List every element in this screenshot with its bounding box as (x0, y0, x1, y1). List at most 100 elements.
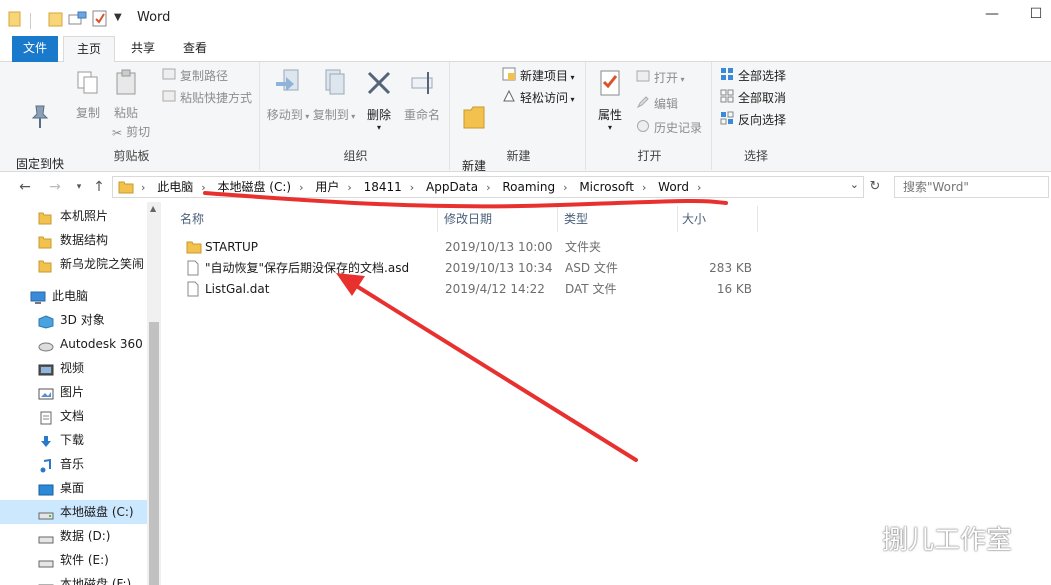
history-button[interactable]: 历史记录 (636, 118, 702, 138)
address-history-chevron-icon[interactable]: ⌄ (850, 178, 859, 191)
new-folder-quick-icon[interactable] (48, 10, 64, 30)
search-box[interactable] (894, 176, 1049, 198)
file-name: "自动恢复"保存后期没保存的文档.asd (205, 261, 410, 275)
move-to-button[interactable]: 移动到 ▾ (266, 68, 310, 125)
breadcrumb-separator-icon[interactable]: › (299, 178, 303, 198)
breadcrumb-item[interactable]: Roaming (502, 177, 555, 197)
nav-item-autodesk[interactable]: Autodesk 360 (0, 332, 148, 356)
easy-access-label: 轻松访问 (520, 91, 569, 105)
breadcrumb-separator-icon[interactable]: › (201, 178, 205, 198)
delete-button[interactable]: 删除 ▾ (362, 68, 396, 132)
nav-item-this-pc[interactable]: 此电脑 (0, 284, 148, 308)
breadcrumb-item[interactable]: 用户 (315, 177, 339, 197)
tab-view[interactable]: 查看 (172, 36, 218, 62)
nav-item-drive-d[interactable]: 数据 (D:) (0, 524, 148, 548)
table-row[interactable]: STARTUP 2019/10/13 10:00 文件夹 (180, 237, 780, 258)
organize-group: 移动到 ▾ 复制到 ▾ 删除 ▾ 重命名 组织 (262, 62, 450, 170)
nav-item-quick-folder[interactable]: 本机照片 (0, 204, 148, 228)
dropdown-arrow-icon: ▾ (568, 73, 575, 82)
address-bar[interactable]: › 此电脑 › 本地磁盘 (C:) › 用户 › 18411 › AppData › Ro… (112, 176, 864, 198)
file-modified: 2019/10/13 10:34 (445, 261, 553, 275)
copy-path-button[interactable]: 复制路径 (162, 66, 228, 86)
delete-x-icon (362, 68, 396, 103)
scroll-up-icon[interactable]: ▲ (150, 204, 156, 213)
breadcrumb-item[interactable]: AppData (426, 177, 478, 197)
breadcrumb-separator-icon[interactable]: › (141, 178, 145, 198)
address-row: ← → ▾ ↑ › 此电脑 › 本地磁盘 (C:) › 用户 › 18411 › App… (0, 172, 1051, 202)
search-input[interactable] (895, 177, 1048, 197)
column-header-name[interactable]: 名称 (180, 206, 438, 232)
breadcrumb-item[interactable]: Word (658, 177, 689, 197)
invert-selection-button[interactable]: 反向选择 (720, 110, 786, 130)
nav-item-videos[interactable]: 视频 (0, 356, 148, 380)
nav-item-3d-objects[interactable]: 3D 对象 (0, 308, 148, 332)
video-icon (38, 361, 54, 380)
nav-item-downloads[interactable]: 下载 (0, 428, 148, 452)
watermark-text: 捌儿工作室 (882, 525, 1013, 556)
column-header-type[interactable]: 类型 (564, 206, 678, 232)
nav-scrollbar[interactable]: ▲ (147, 202, 161, 585)
breadcrumb-item[interactable]: 本地磁盘 (C:) (217, 177, 291, 197)
maximize-button[interactable]: ☐ (1021, 6, 1051, 30)
easy-access-button[interactable]: 轻松访问 ▾ (502, 88, 575, 108)
paste-shortcut-button[interactable]: 粘贴快捷方式 (162, 88, 252, 108)
column-header-modified[interactable]: 修改日期 (444, 206, 558, 232)
nav-item-pictures[interactable]: 图片 (0, 380, 148, 404)
move-to-label: 移动到 (266, 108, 303, 122)
column-header-size[interactable]: 大小 (682, 206, 758, 232)
nav-item-desktop[interactable]: 桌面 (0, 476, 148, 500)
forward-arrow-icon[interactable]: → (46, 178, 64, 196)
table-row[interactable]: "自动恢复"保存后期没保存的文档.asd 2019/10/13 10:34 AS… (180, 258, 780, 279)
nav-item-quick-folder[interactable]: 数据结构 (0, 228, 148, 252)
edit-button[interactable]: 编辑 (636, 94, 678, 114)
nav-item-drive-c[interactable]: 本地磁盘 (C:) (0, 500, 148, 524)
tab-file[interactable]: 文件 (12, 36, 58, 62)
customize-dropdown-icon[interactable]: ▼ (114, 12, 122, 32)
breadcrumb-separator-icon[interactable]: › (486, 178, 490, 198)
breadcrumb-separator-icon[interactable]: › (347, 178, 351, 198)
paste-button[interactable]: 粘贴 (108, 68, 144, 122)
table-row[interactable]: ListGal.dat 2019/4/12 14:22 DAT 文件 16 KB (180, 279, 780, 300)
dropdown-arrow-icon: ▾ (302, 112, 310, 121)
breadcrumb-item[interactable]: 18411 (364, 177, 402, 197)
tab-home[interactable]: 主页 (63, 36, 115, 63)
properties-quick-icon[interactable] (68, 10, 88, 30)
copy-button[interactable]: 复制 (70, 68, 106, 122)
folder-icon (38, 209, 52, 228)
nav-item-drive-e[interactable]: 软件 (E:) (0, 548, 148, 572)
history-icon (636, 119, 650, 139)
copy-to-button[interactable]: 复制到 ▾ (312, 68, 356, 125)
clipboard-group: 固定到快 速访问 复制 粘贴 复制路径 粘贴快捷方式 ✂剪切 剪贴板 (4, 62, 260, 188)
tab-share[interactable]: 共享 (120, 36, 166, 62)
breadcrumb-separator-icon[interactable]: › (642, 178, 646, 198)
open-icon (636, 69, 650, 89)
breadcrumb-separator-icon[interactable]: › (410, 178, 414, 198)
breadcrumb-item[interactable]: Microsoft (579, 177, 634, 197)
properties-button[interactable]: 属性 ▾ (592, 68, 628, 132)
pin-icon (10, 85, 70, 135)
nav-item-music[interactable]: 音乐 (0, 452, 148, 476)
nav-item-drive-f[interactable]: 本地磁盘 (F:) (0, 572, 148, 585)
minimize-button[interactable]: — (977, 6, 1007, 30)
back-arrow-icon[interactable]: ← (16, 178, 34, 196)
rename-button[interactable]: 重命名 (400, 68, 444, 124)
dropdown-arrow-icon: ▾ (376, 123, 381, 132)
refresh-icon[interactable]: ↻ (866, 178, 884, 196)
breadcrumb-item[interactable]: 此电脑 (157, 177, 193, 197)
recent-chevron-down-icon[interactable]: ▾ (70, 178, 88, 196)
window-title: Word (137, 10, 171, 25)
breadcrumb-separator-icon[interactable]: › (563, 178, 567, 198)
check-quick-icon[interactable] (92, 10, 108, 30)
nav-item-documents[interactable]: 文档 (0, 404, 148, 428)
nav-item-label: Autodesk 360 (60, 337, 143, 351)
up-arrow-icon[interactable]: ↑ (90, 178, 108, 196)
breadcrumb-separator-icon[interactable]: › (697, 178, 701, 198)
nav-item-quick-folder[interactable]: 新乌龙院之笑闹 (0, 252, 148, 276)
pictures-icon (38, 385, 54, 404)
open-button[interactable]: 打开 ▾ (636, 68, 685, 88)
select-none-button[interactable]: 全部取消 (720, 88, 786, 108)
cut-button[interactable]: ✂ 剪切 (112, 122, 150, 142)
nav-scrollbar-thumb[interactable] (149, 322, 159, 585)
select-all-button[interactable]: 全部选择 (720, 66, 786, 86)
new-item-button[interactable]: 新建项目 ▾ (502, 66, 575, 86)
